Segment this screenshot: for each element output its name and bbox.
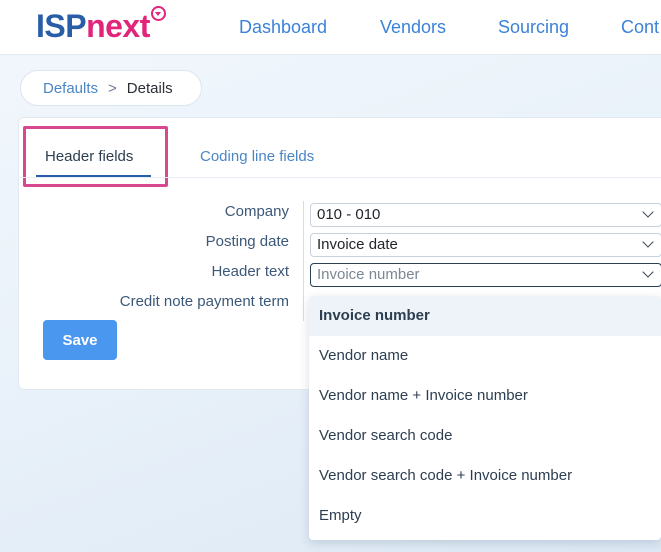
header-text-label: Header text (211, 263, 289, 280)
nav-contracts[interactable]: Cont (621, 17, 659, 38)
credit-note-payment-term-label: Credit note payment term (119, 293, 289, 310)
dropdown-option[interactable]: Vendor search code + Invoice number (309, 456, 661, 496)
dropdown-option[interactable]: Vendor name (309, 336, 661, 376)
form-divider (303, 201, 304, 321)
ispnext-logo[interactable]: ISP next (36, 6, 166, 45)
nav-vendors[interactable]: Vendors (380, 17, 446, 38)
company-select-value: 010 - 010 (317, 206, 381, 223)
breadcrumb-defaults-link[interactable]: Defaults (43, 80, 98, 97)
tabs-divider (19, 177, 661, 178)
header-text-select-value: Invoice number (317, 266, 420, 283)
posting-date-select[interactable]: Invoice date (310, 233, 661, 257)
header-text-select[interactable]: Invoice number (310, 263, 661, 287)
dropdown-option[interactable]: Empty (309, 496, 661, 536)
breadcrumb-separator: > (108, 79, 117, 97)
chevron-down-icon (642, 236, 654, 248)
posting-date-label: Posting date (205, 233, 289, 250)
breadcrumb-current: Details (126, 79, 173, 97)
nav-dashboard[interactable]: Dashboard (239, 17, 327, 38)
company-label: Company (224, 203, 289, 220)
dropdown-option[interactable]: Vendor search code (309, 416, 661, 456)
logo-text-next: next (86, 8, 150, 44)
posting-date-select-value: Invoice date (317, 236, 398, 253)
dropdown-option[interactable]: Invoice number (309, 296, 661, 336)
dropdown-option[interactable]: Vendor name + Invoice number (309, 376, 661, 416)
header-text-dropdown-menu: Invoice number Vendor name Vendor name +… (309, 296, 661, 540)
tab-header-fields[interactable]: Header fields (45, 148, 133, 165)
chevron-down-icon (642, 266, 654, 278)
logo-text-isp: ISP (36, 8, 87, 44)
chevron-down-icon (642, 206, 654, 218)
logo-mark-icon (150, 6, 166, 21)
company-select[interactable]: 010 - 010 (310, 203, 661, 227)
top-navigation-bar: ISP next Dashboard Vendors Sourcing Cont (0, 0, 661, 55)
save-button[interactable]: Save (43, 320, 117, 360)
tab-coding-line-fields[interactable]: Coding line fields (200, 148, 314, 165)
nav-sourcing[interactable]: Sourcing (498, 17, 569, 38)
breadcrumb: Defaults > Details (20, 70, 202, 106)
